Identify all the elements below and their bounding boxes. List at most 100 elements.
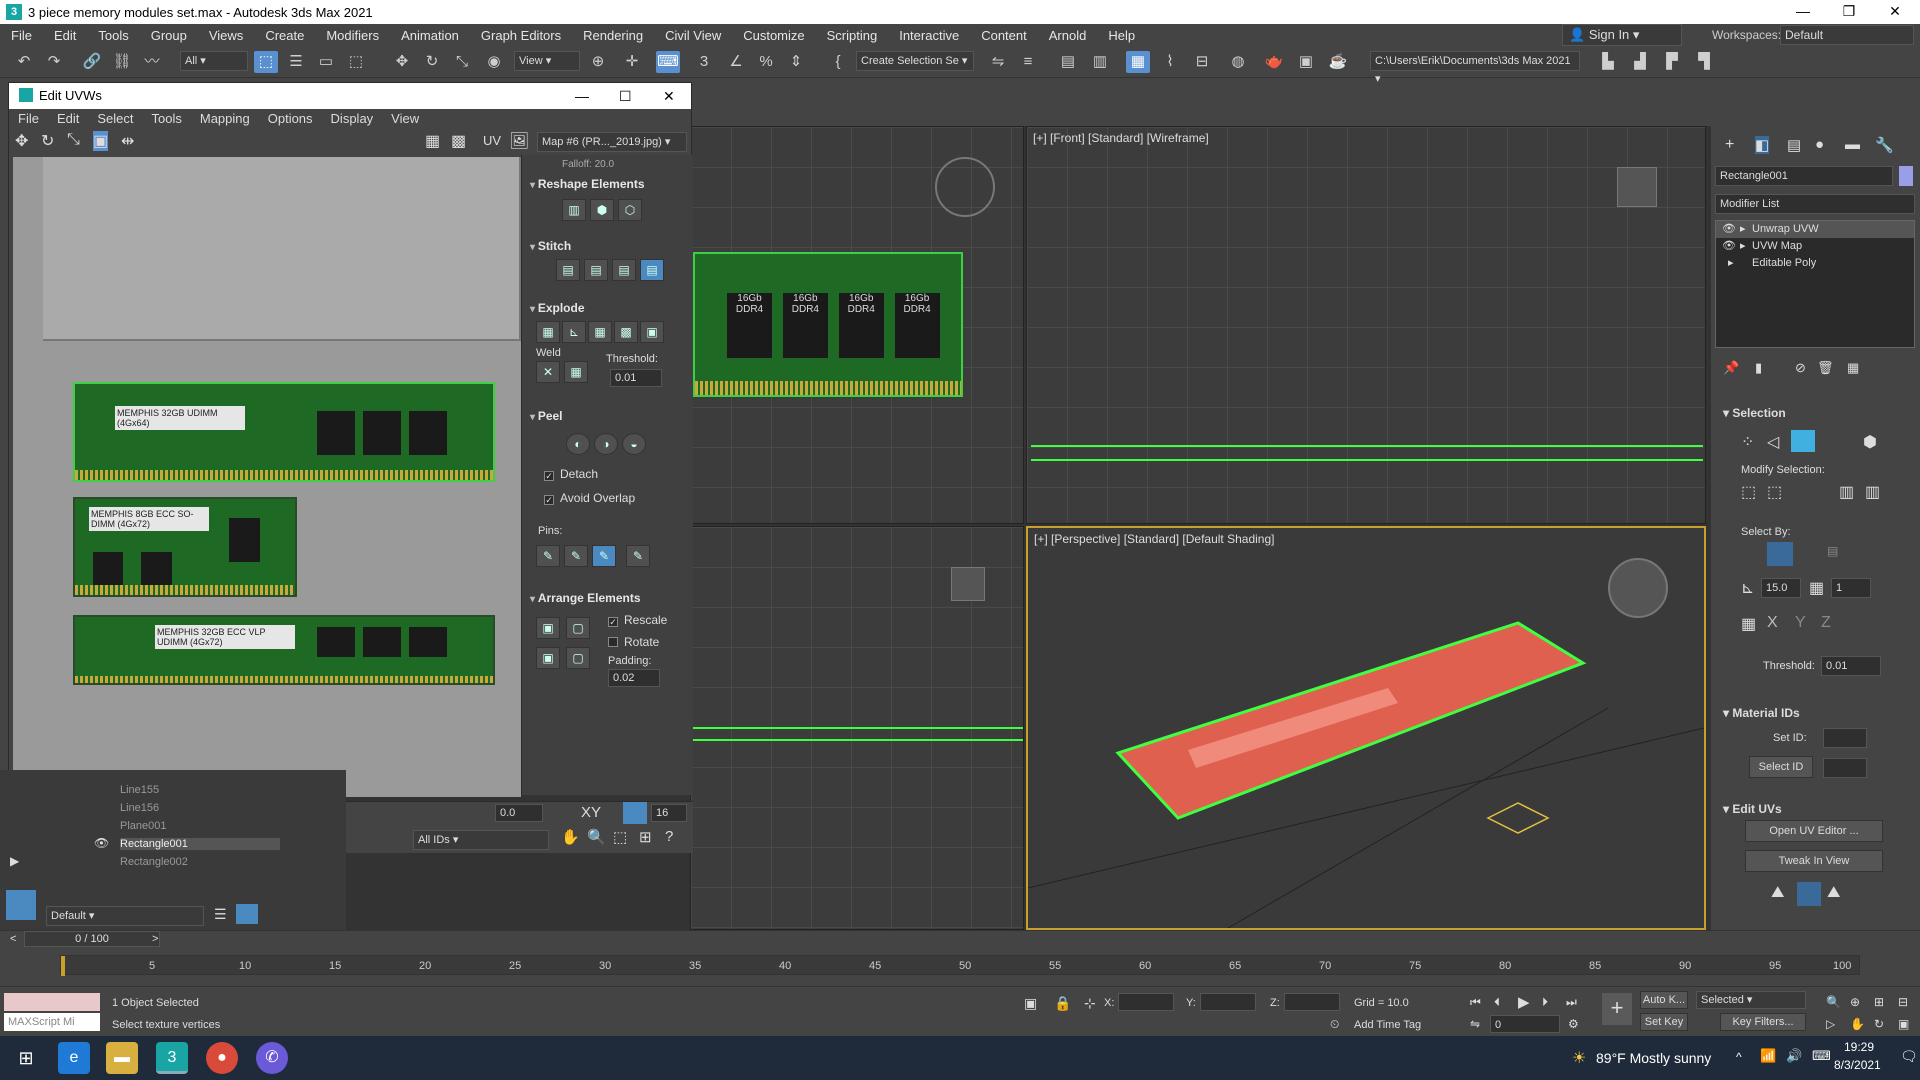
stitch-title[interactable]: Stitch xyxy=(530,239,571,253)
track-bar[interactable]: 5 10 15 20 25 30 35 40 45 50 55 60 65 70… xyxy=(60,955,1860,976)
minimize-button[interactable]: — xyxy=(1780,0,1826,24)
eye-icon[interactable]: 👁 xyxy=(1722,221,1736,238)
stitch-to-average-icon[interactable]: ▤ xyxy=(612,259,636,281)
tweak-in-view-button[interactable]: Tweak In View xyxy=(1745,850,1883,872)
project-icon-4[interactable]: ▜ xyxy=(1692,51,1716,73)
play-icon[interactable]: ▶ xyxy=(1518,993,1530,1011)
window-crossing-icon[interactable]: ⬚ xyxy=(344,51,368,73)
loop-icon[interactable]: ▥ xyxy=(1839,482,1854,502)
weld-selected-icon[interactable]: ✕ xyxy=(536,361,560,383)
windows-start-icon[interactable]: ⊞ xyxy=(10,1042,42,1074)
project-icon-1[interactable]: ▙ xyxy=(1596,51,1620,73)
rescale-checkbox[interactable]: ✓ Rescale xyxy=(608,613,667,627)
scene-item-plane001[interactable]: Plane001 xyxy=(120,820,167,832)
menu-create[interactable]: Create xyxy=(254,28,315,43)
goto-end-icon[interactable]: ⏭ xyxy=(1566,995,1577,1010)
workspace-dropdown[interactable]: Default xyxy=(1780,25,1914,45)
menu-views[interactable]: Views xyxy=(198,28,254,43)
uvw-minimize-button[interactable]: — xyxy=(575,83,589,109)
uvw-close-button[interactable]: ✕ xyxy=(663,83,675,109)
key-mode-icon[interactable]: ⇋ xyxy=(1470,1017,1480,1031)
detach-checkbox[interactable]: ✓ Detach xyxy=(544,467,598,481)
ring-icon[interactable]: ▥ xyxy=(1865,482,1880,502)
uvw-mirror-icon[interactable]: ⇹ xyxy=(121,131,134,151)
unlink-icon[interactable]: ⛓ xyxy=(110,51,134,73)
explode-title[interactable]: Explode xyxy=(530,301,585,315)
uvw-menu-mapping[interactable]: Mapping xyxy=(191,109,259,129)
select-by-axis-icon[interactable]: ▦ xyxy=(1741,614,1756,634)
material-ids-rollout-title[interactable]: ▾ Material IDs xyxy=(1723,706,1800,720)
edit-uvs-rollout-title[interactable]: ▾ Edit UVs xyxy=(1723,802,1782,816)
rescale-elements-icon[interactable]: ▣ xyxy=(536,647,560,669)
help-icon[interactable]: ? xyxy=(665,828,673,845)
uv-label[interactable]: UV xyxy=(483,133,501,148)
scene-explorer-icon-button[interactable] xyxy=(6,890,36,920)
perspective-viewport[interactable]: [+] [Perspective] [Standard] [Default Sh… xyxy=(1026,526,1706,930)
timeline-prev-icon[interactable]: < xyxy=(10,933,16,945)
chrome-icon[interactable]: ● xyxy=(206,1042,238,1074)
straighten-icon[interactable]: ▥ xyxy=(562,199,586,221)
orbit-icon[interactable]: ↻ xyxy=(1874,1017,1884,1031)
time-tag-icon[interactable]: ⏲ xyxy=(1330,1017,1339,1032)
peel-title[interactable]: Peel xyxy=(530,409,563,423)
layer-explorer-toggle-icon[interactable] xyxy=(236,904,258,924)
uvw-maximize-button[interactable]: ☐ xyxy=(619,83,632,109)
pin-icon-2[interactable]: ✎ xyxy=(564,545,588,567)
set-key-button[interactable]: Set Key xyxy=(1640,1013,1688,1031)
set-key-big-button[interactable]: + xyxy=(1602,993,1632,1025)
material-editor-icon[interactable]: ◍ xyxy=(1226,51,1250,73)
stack-item-uvw-map[interactable]: 👁 ▸ UVW Map xyxy=(1716,238,1914,255)
selected-ram-module[interactable] xyxy=(1115,621,1587,820)
stack-item-unwrap-uvw[interactable]: 👁 ▸ Unwrap UVW xyxy=(1716,221,1914,238)
viewcube-front-icon[interactable] xyxy=(1617,167,1657,207)
uvw-menu-tools[interactable]: Tools xyxy=(143,109,191,129)
zoom-all-icon[interactable]: ⊕ xyxy=(1850,995,1860,1009)
render-setup-icon[interactable]: 🫖 xyxy=(1262,51,1286,73)
planar-angle-icon[interactable]: ⊾ xyxy=(1741,578,1754,598)
menu-interactive[interactable]: Interactive xyxy=(888,28,970,43)
stitch-to-target-icon[interactable]: ▤ xyxy=(584,259,608,281)
select-id-spinner[interactable] xyxy=(1823,758,1867,778)
pan-icon[interactable]: ✋ xyxy=(561,828,580,846)
bind-space-warp-icon[interactable]: 〰 xyxy=(140,51,164,73)
snaps-toggle-icon[interactable]: 3 xyxy=(692,51,716,73)
reshape-elements-title[interactable]: Reshape Elements xyxy=(530,177,645,191)
stitch-custom-icon[interactable]: ▤ xyxy=(556,259,580,281)
uvw-rotate-icon[interactable]: ↻ xyxy=(41,131,54,151)
material-ids-dropdown[interactable]: All IDs ▾ xyxy=(413,830,549,850)
render-icon[interactable]: ☕ xyxy=(1326,51,1350,73)
front-viewport[interactable]: [+] [Front] [Standard] [Wireframe] xyxy=(1026,126,1706,524)
xy-label[interactable]: XY xyxy=(581,804,601,821)
network-icon[interactable]: 📶 xyxy=(1760,1048,1776,1064)
menu-modifiers[interactable]: Modifiers xyxy=(315,28,390,43)
uvw-freeform-icon[interactable]: ▣ xyxy=(93,131,109,151)
planar-angle-spinner[interactable]: 15.0 xyxy=(1761,578,1801,598)
weather-text[interactable]: 89°F Mostly sunny xyxy=(1596,1050,1711,1066)
peel-tool-icon-1[interactable]: ⛰ xyxy=(1771,884,1784,902)
weld-target-icon[interactable]: ▦ xyxy=(564,361,588,383)
selection-lock-icon[interactable]: 🔒 xyxy=(1054,995,1071,1012)
motion-tab-icon[interactable]: ● xyxy=(1815,136,1824,153)
pack-custom-icon[interactable]: ▢ xyxy=(566,617,590,639)
align-icon[interactable]: ≡ xyxy=(1016,51,1040,73)
eye-icon[interactable]: 👁 xyxy=(1722,238,1736,255)
hierarchy-tab-icon[interactable]: ▤ xyxy=(1787,136,1801,154)
field-of-view-icon[interactable]: ▷ xyxy=(1826,1017,1835,1031)
open-uv-editor-button[interactable]: Open UV Editor ... xyxy=(1745,820,1883,842)
project-icon-3[interactable]: ▛ xyxy=(1660,51,1684,73)
link-icon[interactable]: 🔗 xyxy=(80,51,104,73)
scene-item-line155[interactable]: Line155 xyxy=(120,784,159,796)
top-viewport[interactable]: 16Gb DDR4 16Gb DDR4 16Gb DDR4 16Gb DDR4 xyxy=(690,126,1024,524)
rotate-checkbox[interactable]: Rotate xyxy=(608,635,659,649)
selection-threshold-spinner[interactable]: 0.01 xyxy=(1821,656,1881,676)
select-by-smoothing-icon[interactable]: ▤ xyxy=(1827,544,1838,558)
undo-icon[interactable]: ↶ xyxy=(12,51,36,73)
visibility-eye-icon[interactable]: 👁 xyxy=(94,836,109,850)
pan-view-icon[interactable]: ✋ xyxy=(1850,1017,1865,1031)
menu-scripting[interactable]: Scripting xyxy=(816,28,889,43)
project-icon-2[interactable]: ▟ xyxy=(1628,51,1652,73)
ring-spinner[interactable]: 1 xyxy=(1831,578,1871,598)
menu-rendering[interactable]: Rendering xyxy=(572,28,654,43)
percent-snap-icon[interactable]: % xyxy=(754,51,778,73)
uv-editor-canvas[interactable]: MEMPHIS 32GB UDIMM (4Gx64) MEMPHIS 8GB E… xyxy=(13,157,521,797)
